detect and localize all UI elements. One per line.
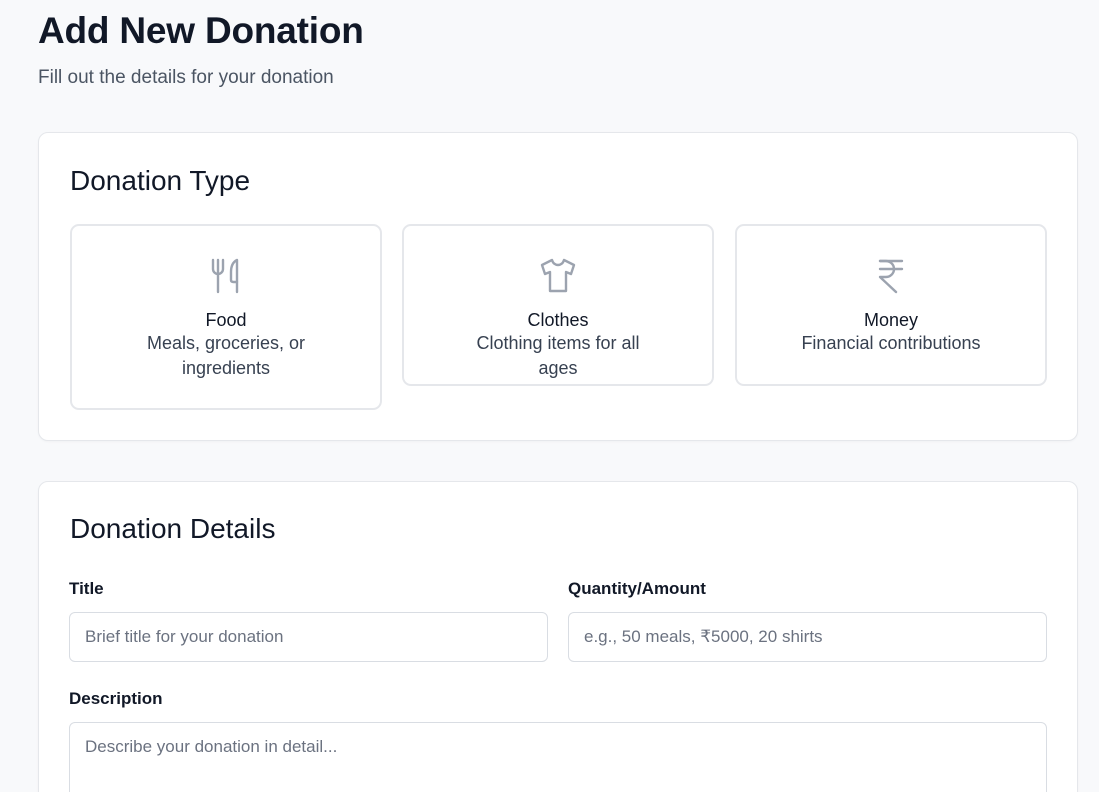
description-textarea[interactable] <box>69 722 1047 792</box>
page-title: Add New Donation <box>38 10 364 51</box>
food-option-description: Meals, groceries, or ingredients <box>146 333 306 378</box>
shirt-icon <box>540 258 576 293</box>
donation-type-card: Donation Type Food Meals, groceries, or … <box>38 132 1078 441</box>
clothes-option-name: Clothes <box>527 310 589 330</box>
utensils-icon <box>211 258 239 294</box>
donation-type-heading: Donation Type <box>70 165 251 196</box>
donation-type-clothes-option[interactable]: Clothes Clothing items for all ages <box>402 224 714 386</box>
quantity-input[interactable] <box>568 612 1047 662</box>
description-label: Description <box>69 689 163 708</box>
food-option-name: Food <box>205 310 247 330</box>
clothes-option-description: Clothing items for all ages <box>476 333 640 378</box>
donation-type-food-option[interactable]: Food Meals, groceries, or ingredients <box>70 224 382 410</box>
page-subtitle: Fill out the details for your donation <box>38 67 334 88</box>
donation-details-card: Donation Details Title Quantity/Amount D… <box>38 481 1078 792</box>
quantity-label: Quantity/Amount <box>568 579 706 598</box>
title-input[interactable] <box>69 612 548 662</box>
title-label: Title <box>69 579 104 598</box>
donation-details-heading: Donation Details <box>70 513 276 544</box>
money-option-description: Financial contributions <box>801 333 981 353</box>
donation-type-money-option[interactable]: Money Financial contributions <box>735 224 1047 386</box>
rupee-icon <box>878 259 904 294</box>
money-option-name: Money <box>863 310 919 330</box>
